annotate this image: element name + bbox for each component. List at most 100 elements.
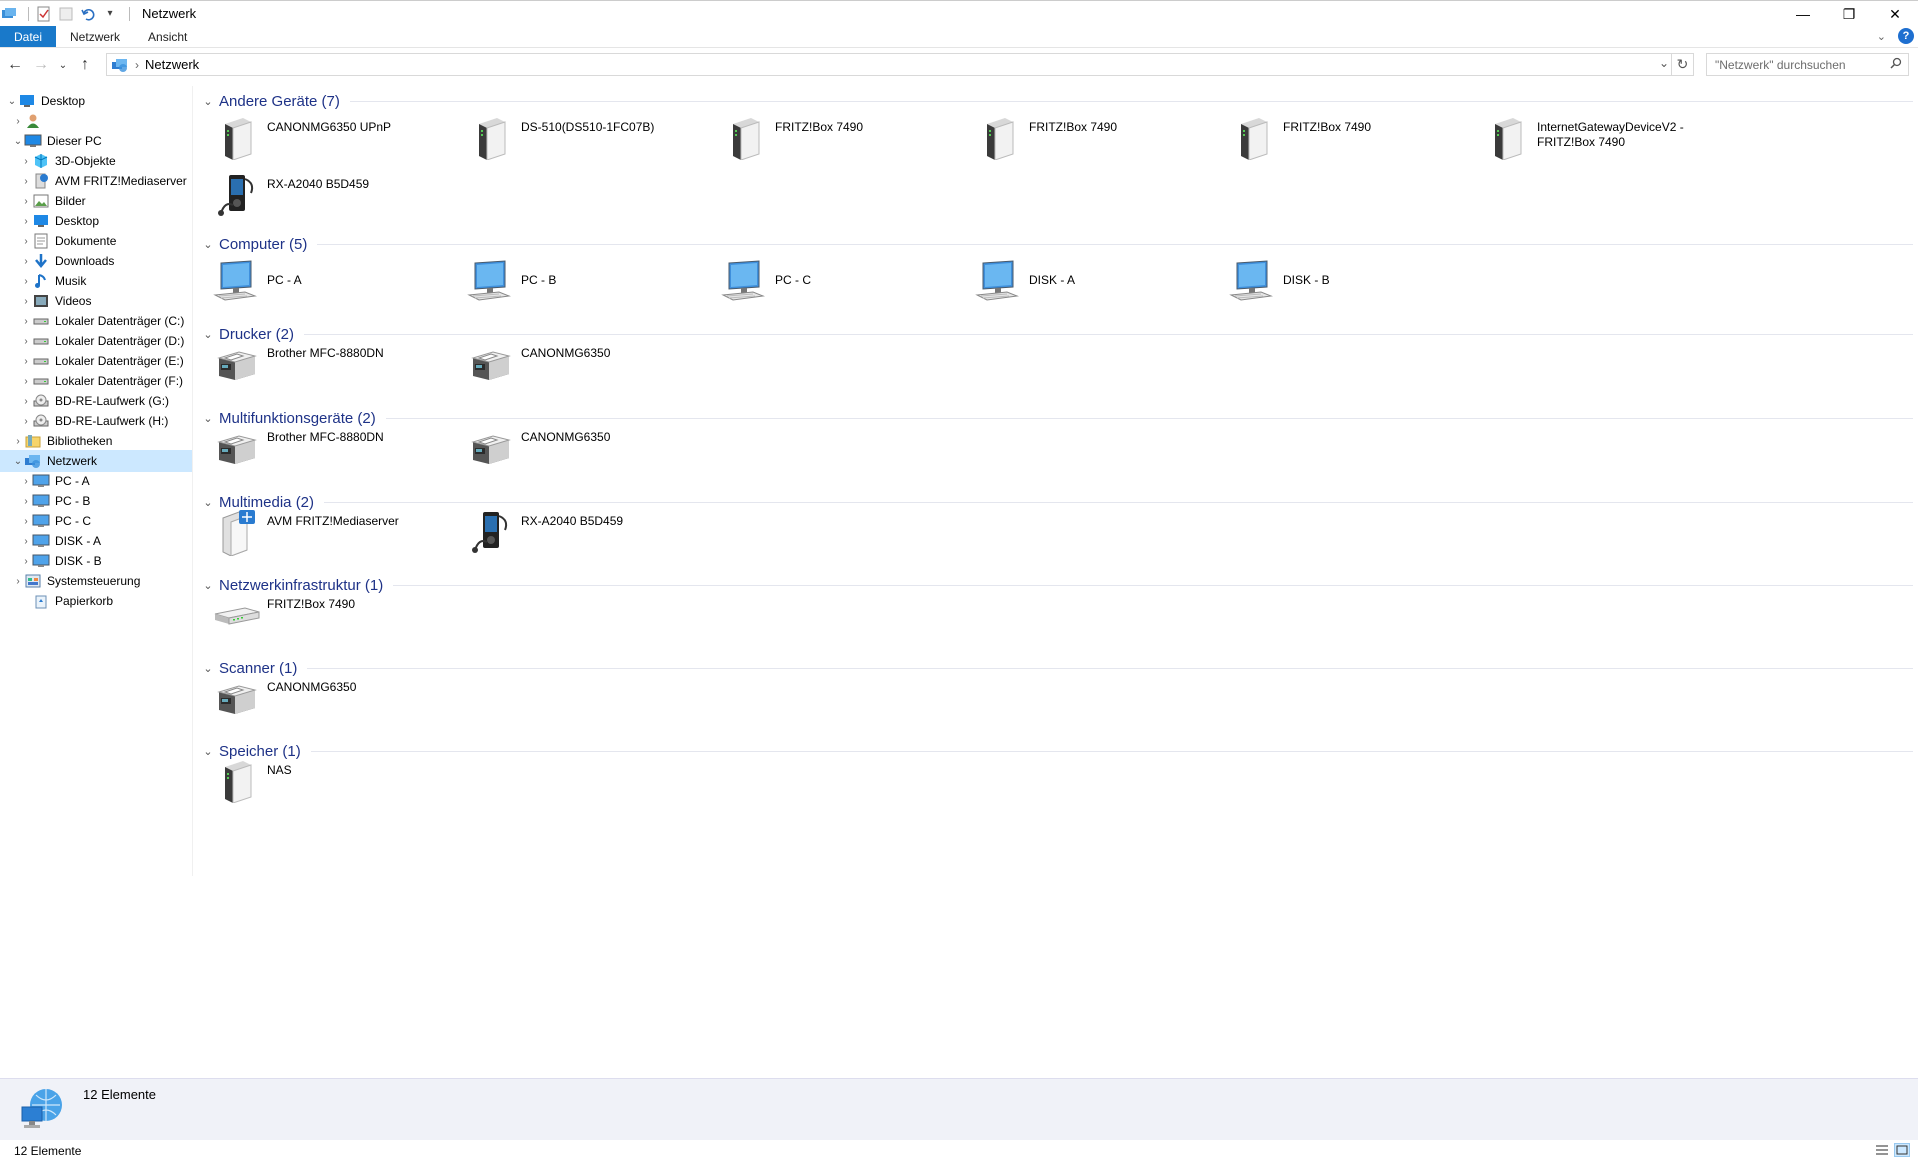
- device-item[interactable]: CANONMG6350 UPnP: [213, 114, 463, 170]
- sidebar-item[interactable]: › Lokaler Datenträger (F:): [0, 370, 192, 392]
- sidebar-item[interactable]: › Bilder: [0, 190, 192, 212]
- sidebar-item[interactable]: ⌄ Netzwerk: [0, 450, 192, 472]
- chevron-right-icon[interactable]: ›: [20, 295, 32, 307]
- device-item[interactable]: PC - A: [213, 257, 463, 313]
- tab-netzwerk[interactable]: Netzwerk: [56, 26, 134, 47]
- chevron-down-icon[interactable]: ⌄: [199, 328, 217, 341]
- device-item[interactable]: DISK - A: [975, 257, 1225, 313]
- chevron-right-icon[interactable]: ›: [20, 415, 32, 427]
- chevron-down-icon[interactable]: ⌄: [199, 496, 217, 509]
- help-icon[interactable]: ?: [1898, 28, 1914, 44]
- device-item[interactable]: PC - B: [467, 257, 717, 313]
- group-header[interactable]: ⌄ Computer (5): [195, 233, 1913, 255]
- sidebar-item[interactable]: › BD-RE-Laufwerk (G:): [0, 390, 192, 412]
- chevron-right-icon[interactable]: ›: [12, 575, 24, 587]
- device-item[interactable]: DISK - B: [1229, 257, 1479, 313]
- sidebar-item[interactable]: › Lokaler Datenträger (E:): [0, 350, 192, 372]
- chevron-down-icon[interactable]: ⌄: [12, 455, 24, 467]
- device-item[interactable]: PC - C: [721, 257, 971, 313]
- back-arrow-icon[interactable]: ←: [4, 54, 26, 76]
- properties-icon[interactable]: [35, 5, 53, 23]
- restore-button[interactable]: ❐: [1826, 1, 1872, 27]
- sidebar-item[interactable]: ›: [0, 110, 192, 132]
- sidebar-item[interactable]: › Videos: [0, 290, 192, 312]
- sidebar-item[interactable]: › PC - C: [0, 510, 192, 532]
- chevron-down-icon[interactable]: ⌄: [199, 662, 217, 675]
- sidebar-item[interactable]: › Systemsteuerung: [0, 570, 192, 592]
- chevron-right-icon[interactable]: ›: [20, 515, 32, 527]
- pane-divider[interactable]: [192, 86, 193, 876]
- device-item[interactable]: NAS: [213, 757, 463, 813]
- chevron-right-icon[interactable]: ›: [20, 175, 32, 187]
- sidebar-item[interactable]: Papierkorb: [0, 590, 192, 612]
- sidebar-item[interactable]: › DISK - A: [0, 530, 192, 552]
- expand-ribbon-icon[interactable]: ⌄: [1877, 30, 1886, 43]
- chevron-right-icon[interactable]: ›: [20, 255, 32, 267]
- close-button[interactable]: ✕: [1872, 1, 1918, 27]
- chevron-right-icon[interactable]: ›: [12, 435, 24, 447]
- sidebar-item[interactable]: › PC - A: [0, 470, 192, 492]
- chevron-right-icon[interactable]: ›: [12, 115, 24, 127]
- device-item[interactable]: CANONMG6350: [467, 424, 717, 480]
- device-item[interactable]: CANONMG6350: [467, 340, 717, 396]
- sidebar-item[interactable]: › Lokaler Datenträger (C:): [0, 310, 192, 332]
- sidebar-item[interactable]: ⌄ Dieser PC: [0, 130, 192, 152]
- refresh-icon[interactable]: ↻: [1671, 54, 1693, 75]
- chevron-down-icon[interactable]: ⌄: [6, 95, 18, 107]
- customize-toolbar-icon[interactable]: ▾: [101, 5, 119, 23]
- chevron-down-icon[interactable]: ⌄: [199, 579, 217, 592]
- sidebar-item[interactable]: ⌄ Desktop: [0, 90, 192, 112]
- breadcrumb-chevron-icon[interactable]: ›: [135, 58, 139, 72]
- undo-icon[interactable]: [79, 5, 97, 23]
- chevron-down-icon[interactable]: ⌄: [199, 238, 217, 251]
- device-item[interactable]: RX-A2040 B5D459: [213, 171, 463, 227]
- chevron-right-icon[interactable]: ›: [20, 555, 32, 567]
- forward-arrow-icon[interactable]: →: [30, 54, 52, 76]
- sidebar-item[interactable]: › BD-RE-Laufwerk (H:): [0, 410, 192, 432]
- recent-locations-icon[interactable]: ⌄: [56, 54, 70, 76]
- sidebar-item[interactable]: › DISK - B: [0, 550, 192, 572]
- network-app-icon[interactable]: [0, 5, 18, 23]
- chevron-right-icon[interactable]: ›: [20, 495, 32, 507]
- sidebar-item[interactable]: › PC - B: [0, 490, 192, 512]
- chevron-down-icon[interactable]: ⌄: [199, 412, 217, 425]
- chevron-down-icon[interactable]: ⌄: [199, 745, 217, 758]
- device-item[interactable]: AVM FRITZ!Mediaserver: [213, 508, 463, 564]
- sidebar-item[interactable]: › AVM FRITZ!Mediaserver: [0, 170, 192, 192]
- sidebar-item[interactable]: › 3D-Objekte: [0, 150, 192, 172]
- device-item[interactable]: InternetGatewayDeviceV2 - FRITZ!Box 7490: [1483, 114, 1733, 170]
- chevron-right-icon[interactable]: ›: [20, 335, 32, 347]
- chevron-right-icon[interactable]: ›: [20, 195, 32, 207]
- group-header[interactable]: ⌄ Andere Geräte (7): [195, 90, 1913, 112]
- device-item[interactable]: FRITZ!Box 7490: [721, 114, 971, 170]
- sidebar-item[interactable]: › Musik: [0, 270, 192, 292]
- up-arrow-icon[interactable]: ↑: [74, 54, 96, 76]
- device-item[interactable]: FRITZ!Box 7490: [975, 114, 1225, 170]
- sidebar-item[interactable]: › Desktop: [0, 210, 192, 232]
- chevron-right-icon[interactable]: ›: [20, 355, 32, 367]
- chevron-down-icon[interactable]: ⌄: [12, 135, 24, 147]
- tab-ansicht[interactable]: Ansicht: [134, 26, 201, 47]
- large-icons-view-icon[interactable]: [1894, 1143, 1910, 1157]
- chevron-right-icon[interactable]: ›: [20, 155, 32, 167]
- search-input[interactable]: "Netzwerk" durchsuchen: [1706, 53, 1909, 76]
- chevron-right-icon[interactable]: ›: [20, 215, 32, 227]
- device-item[interactable]: CANONMG6350: [213, 674, 463, 730]
- chevron-right-icon[interactable]: ›: [20, 235, 32, 247]
- breadcrumb-netzwerk[interactable]: Netzwerk: [145, 57, 199, 72]
- sidebar-item[interactable]: › Lokaler Datenträger (D:): [0, 330, 192, 352]
- chevron-right-icon[interactable]: ›: [20, 535, 32, 547]
- device-item[interactable]: FRITZ!Box 7490: [1229, 114, 1479, 170]
- details-view-icon[interactable]: [1874, 1143, 1890, 1157]
- minimize-button[interactable]: —: [1780, 1, 1826, 27]
- chevron-right-icon[interactable]: ›: [20, 375, 32, 387]
- address-bar[interactable]: › Netzwerk ⌄ ↻: [106, 53, 1694, 76]
- device-item[interactable]: Brother MFC-8880DN: [213, 424, 463, 480]
- address-dropdown-icon[interactable]: ⌄: [1659, 56, 1669, 70]
- device-item[interactable]: DS-510(DS510-1FC07B): [467, 114, 717, 170]
- chevron-right-icon[interactable]: ›: [20, 275, 32, 287]
- sidebar-item[interactable]: › Bibliotheken: [0, 430, 192, 452]
- chevron-right-icon[interactable]: ›: [20, 395, 32, 407]
- sidebar-item[interactable]: › Dokumente: [0, 230, 192, 252]
- chevron-down-icon[interactable]: ⌄: [199, 95, 217, 108]
